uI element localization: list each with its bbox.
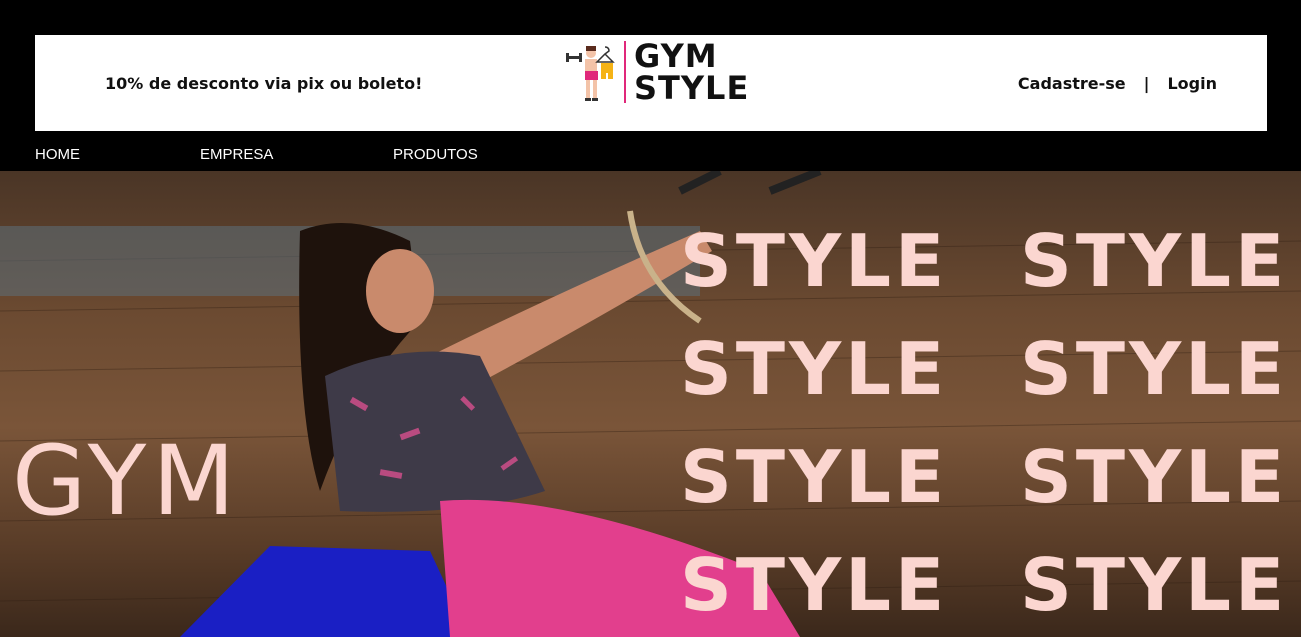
promo-text: 10% de desconto via pix ou boleto!	[105, 74, 423, 93]
logo-line-gym: GYM	[634, 37, 718, 75]
hero-style-text: STYLE	[1020, 543, 1289, 627]
logo-wordmark: GYM STYLE	[634, 37, 750, 107]
hero-style-text: STYLE	[680, 435, 949, 519]
hero-gym-text: GYM	[12, 425, 242, 537]
hero-style-text: STYLE	[1020, 219, 1289, 303]
logo-divider	[624, 41, 626, 103]
auth-links: Cadastre-se | Login	[1018, 74, 1217, 93]
auth-separator: |	[1143, 74, 1150, 93]
signup-link[interactable]: Cadastre-se	[1018, 74, 1126, 93]
nav-item-home[interactable]: HOME	[35, 146, 80, 163]
nav-item-produtos[interactable]: PRODUTOS	[393, 146, 478, 163]
hero-style-text: STYLE	[1020, 435, 1289, 519]
brand-logo[interactable]: GYM STYLE	[565, 37, 750, 107]
logo-line-style: STYLE	[634, 69, 750, 107]
login-link[interactable]: Login	[1167, 74, 1217, 93]
gym-figure-icon	[566, 46, 615, 101]
hero-style-text: STYLE	[680, 543, 949, 627]
top-header: 10% de desconto via pix ou boleto! GYM S…	[35, 35, 1267, 131]
hero-style-text: STYLE	[680, 327, 949, 411]
hero-banner: GYM STYLE STYLE STYLE STYLE STYLE STYLE …	[0, 171, 1301, 637]
hero-style-text: STYLE	[680, 219, 949, 303]
nav-item-empresa[interactable]: EMPRESA	[200, 146, 273, 163]
hero-style-text: STYLE	[1020, 327, 1289, 411]
